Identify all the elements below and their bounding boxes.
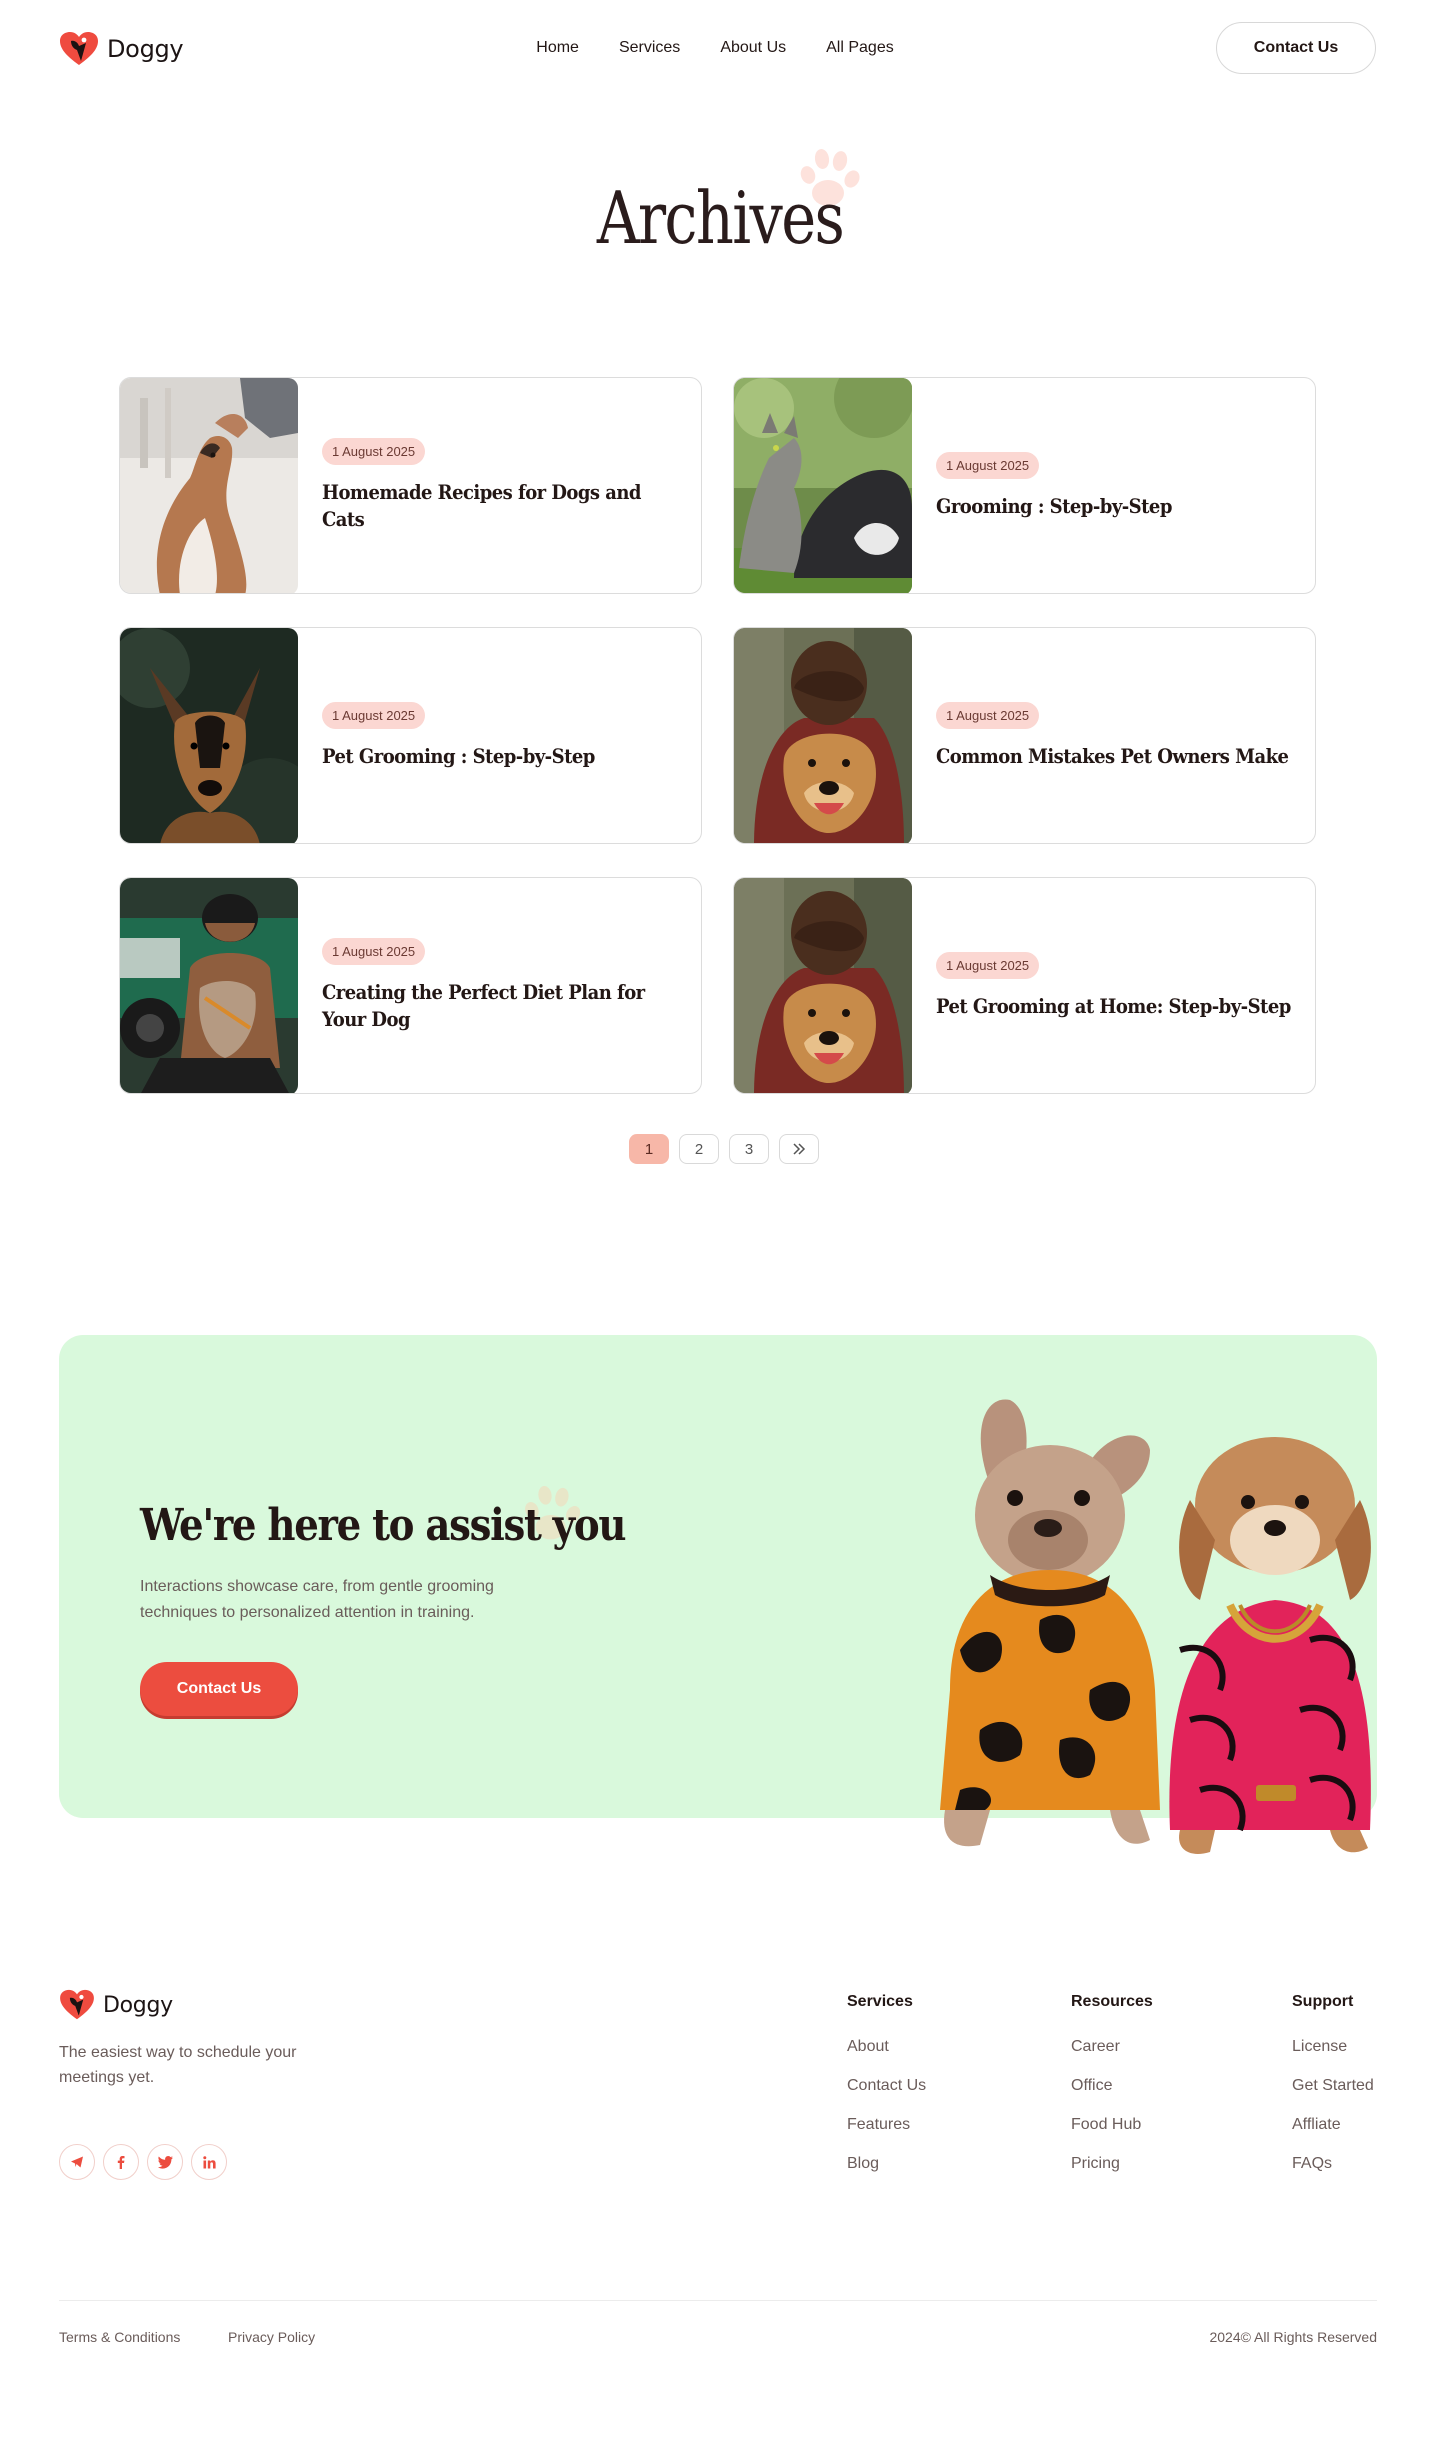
footer-tagline: The easiest way to schedule your meeting…	[59, 2044, 297, 2086]
double-chevron-right-icon	[793, 1143, 806, 1155]
telegram-icon	[71, 2156, 83, 2168]
nav-item-home[interactable]: Home	[536, 39, 579, 57]
footer-column-resources: Resources Career Office Food Hub Pricing	[1071, 1993, 1153, 2193]
header-contact-button[interactable]: Contact Us	[1216, 22, 1376, 74]
footer-divider	[59, 2300, 1377, 2301]
terms-link[interactable]: Terms & Conditions	[59, 2329, 180, 2345]
footer-link-food-hub[interactable]: Food Hub	[1071, 2115, 1153, 2134]
linkedin-icon	[202, 2155, 216, 2168]
nav-item-services[interactable]: Services	[619, 39, 680, 57]
post-title[interactable]: Creating the Perfect Diet Plan for Your …	[322, 979, 681, 1033]
post-card[interactable]: 1 August 2025 Common Mistakes Pet Owners…	[733, 627, 1316, 844]
date-badge: 1 August 2025	[322, 701, 426, 729]
page-button-2[interactable]: 2	[679, 1134, 719, 1164]
post-title[interactable]: Pet Grooming at Home: Step-by-Step	[936, 993, 1295, 1020]
post-card[interactable]: 1 August 2025 Pet Grooming : Step-by-Ste…	[119, 627, 702, 844]
next-page-button[interactable]	[779, 1134, 819, 1164]
date-badge: 1 August 2025	[936, 451, 1040, 479]
date-badge: 1 August 2025	[936, 951, 1040, 979]
cta-description: Interactions showcase care, from gentle …	[140, 1578, 494, 1621]
post-card[interactable]: 1 August 2025 Homemade Recipes for Dogs …	[119, 377, 702, 594]
date-badge: 1 August 2025	[936, 701, 1040, 729]
dogs-in-jackets-image	[940, 1399, 1371, 1854]
cta-contact-button[interactable]: Contact Us	[140, 1662, 298, 1716]
footer-logo[interactable]: Doggy	[59, 1989, 173, 2021]
footer-link-features[interactable]: Features	[847, 2115, 926, 2134]
post-title[interactable]: Homemade Recipes for Dogs and Cats	[322, 479, 681, 533]
social-links	[59, 2144, 227, 2180]
dog-treat-photo	[120, 378, 298, 593]
date-badge: 1 August 2025	[322, 938, 426, 965]
footer-column-services: Services About Contact Us Features Blog	[847, 1993, 926, 2193]
post-title[interactable]: Common Mistakes Pet Owners Make	[936, 743, 1295, 770]
footer-column-title: Support	[1292, 1993, 1354, 2010]
man-hugging-dog-photo	[734, 878, 912, 1093]
privacy-link[interactable]: Privacy Policy	[228, 2329, 315, 2345]
footer-link-office[interactable]: Office	[1071, 2076, 1153, 2095]
post-title[interactable]: Grooming : Step-by-Step	[936, 493, 1295, 520]
logo-text: Doggy	[103, 1992, 173, 2018]
copyright-text: 2024© All Rights Reserved	[1209, 2329, 1377, 2345]
cat-and-dog-photo	[734, 378, 912, 593]
pagination: 1 2 3	[0, 1134, 1440, 1164]
page-title: Archives	[596, 176, 845, 260]
footer-link-faqs[interactable]: FAQs	[1292, 2154, 1374, 2173]
footer-link-blog[interactable]: Blog	[847, 2154, 926, 2173]
cta-title: We're here to assist you	[140, 1500, 627, 1551]
telegram-link[interactable]	[59, 2144, 95, 2180]
footer-link-career[interactable]: Career	[1071, 2037, 1153, 2056]
german-shepherd-photo	[120, 628, 298, 843]
footer-column-support: Support License Get Started Affliate FAQ…	[1292, 1993, 1374, 2193]
facebook-link[interactable]	[103, 2144, 139, 2180]
man-hugging-dog-photo	[734, 628, 912, 843]
man-with-dog-photo	[120, 878, 298, 1093]
post-card[interactable]: 1 August 2025 Pet Grooming at Home: Step…	[733, 877, 1316, 1094]
heart-paw-logo-icon	[60, 1989, 94, 2020]
nav-item-about-us[interactable]: About Us	[720, 39, 786, 57]
footer-link-contact-us[interactable]: Contact Us	[847, 2076, 926, 2095]
post-card[interactable]: 1 August 2025 Grooming : Step-by-Step	[733, 377, 1316, 594]
twitter-link[interactable]	[147, 2144, 183, 2180]
footer-link-pricing[interactable]: Pricing	[1071, 2154, 1153, 2173]
footer-link-license[interactable]: License	[1292, 2037, 1374, 2056]
post-title[interactable]: Pet Grooming : Step-by-Step	[322, 743, 681, 770]
facebook-icon	[117, 2156, 125, 2169]
linkedin-link[interactable]	[191, 2144, 227, 2180]
date-badge: 1 August 2025	[322, 438, 426, 465]
footer-link-about[interactable]: About	[847, 2037, 926, 2056]
site-header: Doggy Home Services About Us All Pages C…	[0, 0, 1440, 100]
footer-link-affliate[interactable]: Affliate	[1292, 2115, 1374, 2134]
twitter-icon	[157, 2155, 173, 2169]
nav-item-all-pages[interactable]: All Pages	[826, 39, 894, 57]
footer-column-title: Services	[847, 1993, 913, 2010]
page-button-3[interactable]: 3	[729, 1134, 769, 1164]
footer-column-title: Resources	[1071, 1993, 1153, 2010]
page-button-1[interactable]: 1	[629, 1134, 669, 1164]
footer-link-get-started[interactable]: Get Started	[1292, 2076, 1374, 2095]
post-card[interactable]: 1 August 2025 Creating the Perfect Diet …	[119, 877, 702, 1094]
